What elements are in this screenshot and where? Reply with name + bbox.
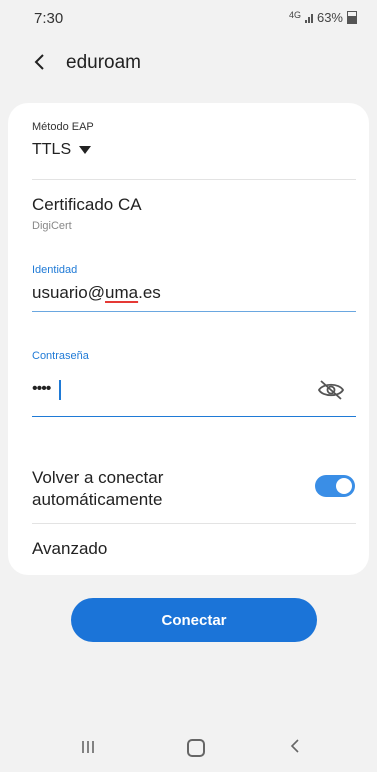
- battery-icon: [347, 11, 357, 24]
- back-nav-icon[interactable]: [288, 737, 302, 755]
- identity-label: Identidad: [32, 264, 78, 276]
- navigation-bar: [0, 725, 377, 772]
- auto-reconnect-toggle[interactable]: [315, 475, 355, 497]
- password-label: Contraseña: [32, 350, 89, 362]
- identity-underline: [32, 311, 356, 312]
- back-arrow-icon[interactable]: [30, 52, 50, 72]
- network-settings-card: Método EAP TTLS Certificado CA DigiCert …: [8, 103, 369, 575]
- home-icon[interactable]: [187, 739, 205, 757]
- status-time: 7:30: [34, 10, 64, 27]
- recent-apps-icon[interactable]: [80, 739, 96, 755]
- battery-level: 63%: [316, 10, 343, 25]
- advanced-item[interactable]: Avanzado: [32, 539, 107, 559]
- identity-domain: uma: [105, 283, 139, 302]
- identity-input[interactable]: usuario@uma.es: [32, 283, 161, 303]
- network-type: 4G: [288, 9, 301, 20]
- toggle-knob: [336, 478, 352, 494]
- status-bar: 7:30 4G 63%: [0, 0, 377, 36]
- hide-password-eye-icon[interactable]: [317, 379, 345, 401]
- page-title: eduroam: [66, 52, 141, 73]
- auto-reconnect-line2: automáticamente: [32, 490, 163, 509]
- auto-reconnect-line1: Volver a conectar: [32, 468, 164, 487]
- app-header: eduroam: [0, 44, 377, 84]
- signal-icon: [304, 13, 313, 23]
- status-indicators: 4G 63%: [289, 10, 357, 25]
- auto-reconnect-label: Volver a conectar automáticamente: [32, 467, 163, 511]
- ca-certificate-value: DigiCert: [32, 220, 72, 232]
- divider: [32, 523, 356, 524]
- password-input[interactable]: ••••: [32, 373, 356, 409]
- identity-user: usuario@: [32, 283, 106, 302]
- text-cursor: [59, 380, 61, 400]
- identity-tld: .es: [138, 283, 161, 302]
- password-underline: [32, 416, 356, 417]
- password-value: ••••: [32, 380, 51, 397]
- dropdown-arrow-icon: [79, 145, 92, 154]
- divider: [32, 179, 356, 180]
- ca-certificate-label: Certificado CA: [32, 195, 142, 214]
- eap-method-value: TTLS: [32, 141, 72, 158]
- eap-method-dropdown[interactable]: TTLS: [32, 141, 92, 159]
- ca-certificate-item[interactable]: Certificado CA DigiCert: [32, 195, 352, 237]
- connect-button[interactable]: Conectar: [71, 598, 317, 642]
- eap-method-label: Método EAP: [32, 121, 94, 133]
